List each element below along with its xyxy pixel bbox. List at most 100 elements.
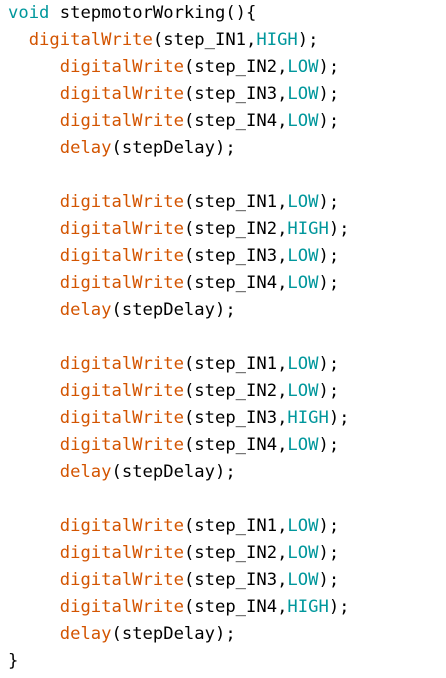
function-token: digitalWrite	[59, 219, 184, 239]
function-token: delay	[59, 462, 112, 482]
code-line: digitalWrite(step_IN4,LOW);	[8, 108, 350, 135]
constant-token: HIGH	[256, 30, 298, 50]
text-token: );	[318, 381, 340, 401]
text-token: (stepDelay);	[111, 300, 236, 320]
text-token: );	[297, 30, 319, 50]
constant-token: LOW	[287, 354, 319, 374]
text-token: (step_IN3,	[183, 408, 288, 428]
text-token: );	[318, 543, 340, 563]
code-line: delay(stepDelay);	[8, 459, 350, 486]
text-token: (step_IN1,	[183, 516, 288, 536]
constant-token: LOW	[287, 570, 319, 590]
text-token: );	[328, 408, 350, 428]
function-token: digitalWrite	[59, 435, 184, 455]
constant-token: HIGH	[287, 408, 329, 428]
code-line: digitalWrite(step_IN3,LOW);	[8, 81, 350, 108]
text-token: );	[318, 354, 340, 374]
function-token: digitalWrite	[59, 408, 184, 428]
code-line: digitalWrite(step_IN3,HIGH);	[8, 405, 350, 432]
function-token: digitalWrite	[59, 570, 184, 590]
constant-token: HIGH	[287, 597, 329, 617]
code-line: digitalWrite(step_IN2,LOW);	[8, 540, 350, 567]
text-token: );	[328, 219, 350, 239]
code-block: void stepmotorWorking(){ digitalWrite(st…	[8, 0, 350, 675]
text-token: (step_IN1,	[183, 192, 288, 212]
code-line: digitalWrite(step_IN1,LOW);	[8, 513, 350, 540]
text-token: (step_IN3,	[183, 84, 288, 104]
function-token: digitalWrite	[59, 381, 184, 401]
constant-token: LOW	[287, 273, 319, 293]
text-token: );	[318, 435, 340, 455]
code-line: void stepmotorWorking(){	[8, 0, 350, 27]
function-token: delay	[59, 300, 112, 320]
code-line: digitalWrite(step_IN2,LOW);	[8, 378, 350, 405]
text-token: (step_IN1,	[183, 354, 288, 374]
code-line: delay(stepDelay);	[8, 621, 350, 648]
function-token: digitalWrite	[59, 57, 184, 77]
constant-token: LOW	[287, 543, 319, 563]
text-token: (step_IN4,	[183, 273, 288, 293]
text-token: );	[318, 111, 340, 131]
function-token: digitalWrite	[59, 246, 184, 266]
text-token: stepmotorWorking(){	[49, 3, 257, 23]
code-line: digitalWrite(step_IN3,LOW);	[8, 567, 350, 594]
text-token: );	[318, 57, 340, 77]
text-token: (step_IN2,	[183, 381, 288, 401]
function-token: digitalWrite	[59, 84, 184, 104]
function-token: digitalWrite	[59, 273, 184, 293]
constant-token: LOW	[287, 192, 319, 212]
function-token: digitalWrite	[59, 354, 184, 374]
constant-token: LOW	[287, 246, 319, 266]
text-token: (step_IN3,	[183, 246, 288, 266]
code-line: delay(stepDelay);	[8, 297, 350, 324]
code-line: digitalWrite(step_IN4,HIGH);	[8, 594, 350, 621]
code-line: delay(stepDelay);	[8, 135, 350, 162]
text-token: );	[318, 246, 340, 266]
code-line: digitalWrite(step_IN1,LOW);	[8, 351, 350, 378]
text-token: (step_IN4,	[183, 597, 288, 617]
text-token: (step_IN1,	[152, 30, 257, 50]
text-token: );	[328, 597, 350, 617]
text-token: (step_IN2,	[183, 219, 288, 239]
text-token: (step_IN2,	[183, 543, 288, 563]
constant-token: LOW	[287, 381, 319, 401]
constant-token: LOW	[287, 516, 319, 536]
code-line: digitalWrite(step_IN2,LOW);	[8, 54, 350, 81]
text-token: );	[318, 273, 340, 293]
function-token: delay	[59, 624, 112, 644]
text-token: (stepDelay);	[111, 624, 236, 644]
function-token: digitalWrite	[59, 597, 184, 617]
function-token: digitalWrite	[28, 30, 153, 50]
function-token: delay	[59, 138, 112, 158]
text-token: );	[318, 192, 340, 212]
code-line: digitalWrite(step_IN4,LOW);	[8, 432, 350, 459]
text-token: );	[318, 84, 340, 104]
function-token: digitalWrite	[59, 543, 184, 563]
code-line: digitalWrite(step_IN1,HIGH);	[8, 27, 350, 54]
code-line: }	[8, 648, 350, 675]
text-token: (step_IN3,	[183, 570, 288, 590]
code-line: digitalWrite(step_IN4,LOW);	[8, 270, 350, 297]
text-token: );	[318, 570, 340, 590]
code-line: digitalWrite(step_IN1,LOW);	[8, 189, 350, 216]
text-token: }	[8, 651, 19, 671]
text-token: (step_IN4,	[183, 435, 288, 455]
text-token: );	[318, 516, 340, 536]
